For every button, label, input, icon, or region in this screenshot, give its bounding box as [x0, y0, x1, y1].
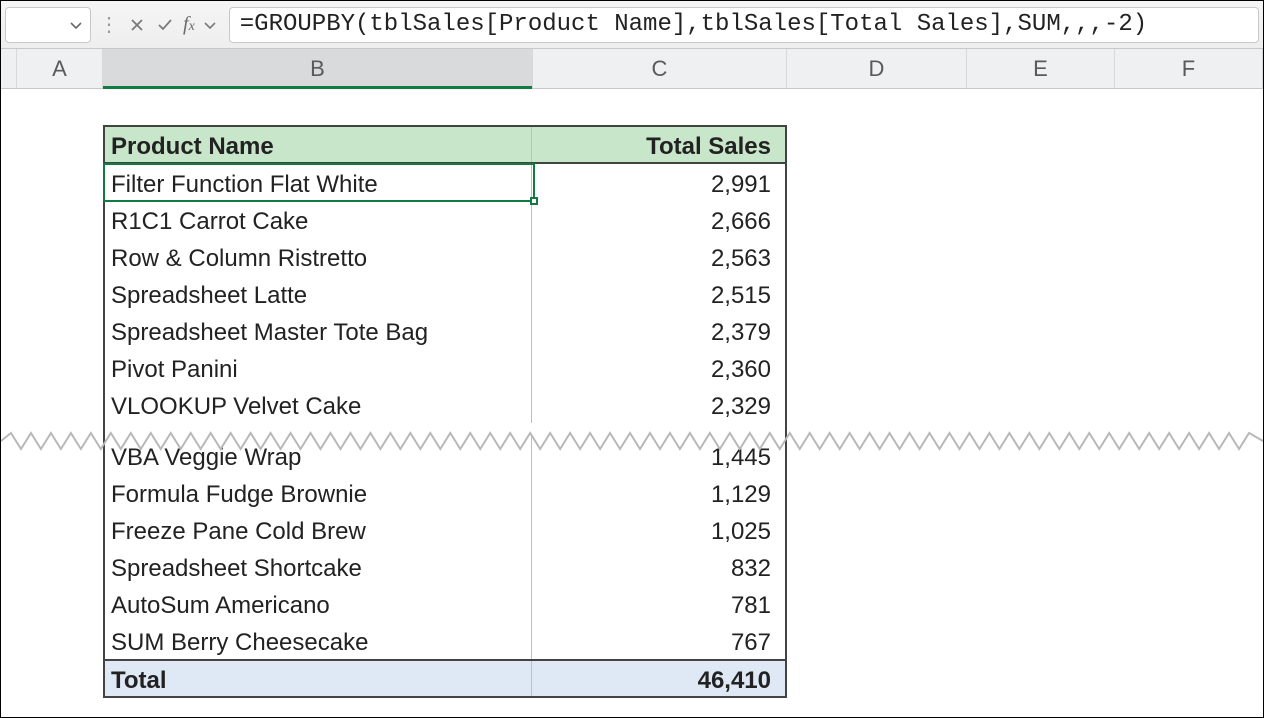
column-header-f[interactable]: F — [1115, 49, 1263, 88]
total-value[interactable]: 46,410 — [532, 661, 785, 696]
cell-name[interactable]: Formula Fudge Brownie — [105, 474, 532, 511]
cell-value[interactable]: 2,563 — [532, 238, 785, 275]
cell-name[interactable]: Pivot Panini — [105, 349, 532, 386]
name-box[interactable] — [5, 7, 91, 43]
chevron-down-icon — [68, 17, 84, 33]
cell-name[interactable]: VLOOKUP Velvet Cake — [105, 386, 532, 423]
cell-name[interactable]: Spreadsheet Master Tote Bag — [105, 312, 532, 349]
enter-formula-button[interactable] — [151, 9, 179, 41]
cell-name[interactable]: Spreadsheet Latte — [105, 275, 532, 312]
hidden-rows-gap — [105, 423, 785, 437]
cell-value[interactable]: 1,129 — [532, 474, 785, 511]
table-row: Spreadsheet Shortcake832 — [105, 548, 785, 585]
cell-name[interactable]: Row & Column Ristretto — [105, 238, 532, 275]
column-header-a[interactable]: A — [17, 49, 103, 88]
fx-label[interactable]: fx — [183, 13, 195, 36]
column-headers: A B C D E F — [1, 49, 1263, 89]
cancel-formula-button[interactable] — [123, 9, 151, 41]
column-header-c[interactable]: C — [533, 49, 787, 88]
select-all-corner[interactable] — [1, 49, 17, 88]
table-row: Freeze Pane Cold Brew1,025 — [105, 511, 785, 548]
formula-expand-button[interactable] — [199, 9, 221, 41]
cell-value[interactable]: 2,991 — [532, 164, 785, 201]
cell-name[interactable]: Spreadsheet Shortcake — [105, 548, 532, 585]
cell-value[interactable]: 2,515 — [532, 275, 785, 312]
table-header-row: Product Name Total Sales — [105, 127, 785, 164]
table-row: Spreadsheet Latte2,515 — [105, 275, 785, 312]
cell-value[interactable]: 781 — [532, 585, 785, 622]
cell-value[interactable]: 2,666 — [532, 201, 785, 238]
close-icon — [128, 16, 146, 34]
cell-name[interactable]: R1C1 Carrot Cake — [105, 201, 532, 238]
table-row: Pivot Panini2,360 — [105, 349, 785, 386]
divider: ⋮ — [99, 12, 119, 37]
table-row: Row & Column Ristretto2,563 — [105, 238, 785, 275]
column-header-d[interactable]: D — [787, 49, 967, 88]
header-total-sales: Total Sales — [532, 127, 785, 162]
chevron-down-icon — [203, 18, 217, 32]
cell-value[interactable]: 832 — [532, 548, 785, 585]
cell-value[interactable]: 767 — [532, 622, 785, 659]
cell-name[interactable]: VBA Veggie Wrap — [105, 437, 532, 474]
total-label[interactable]: Total — [105, 661, 532, 696]
cell-name[interactable]: Freeze Pane Cold Brew — [105, 511, 532, 548]
formula-input[interactable]: =GROUPBY(tblSales[Product Name],tblSales… — [229, 7, 1259, 43]
table-row: VLOOKUP Velvet Cake2,329 — [105, 386, 785, 423]
table-row: VBA Veggie Wrap1,445 — [105, 437, 785, 474]
cell-value[interactable]: 1,445 — [532, 437, 785, 474]
table-row: Filter Function Flat White 2,991 — [105, 164, 785, 201]
table-row: AutoSum Americano781 — [105, 585, 785, 622]
column-header-e[interactable]: E — [967, 49, 1115, 88]
cell-value[interactable]: 2,329 — [532, 386, 785, 423]
worksheet-grid[interactable]: Product Name Total Sales Filter Function… — [1, 89, 1263, 717]
cell-value[interactable]: 1,025 — [532, 511, 785, 548]
cell-value[interactable]: 2,379 — [532, 312, 785, 349]
cell-value[interactable]: 2,360 — [532, 349, 785, 386]
header-product-name: Product Name — [105, 127, 532, 162]
table-total-row: Total 46,410 — [105, 659, 785, 696]
cell-name[interactable]: SUM Berry Cheesecake — [105, 622, 532, 659]
cell-name[interactable]: Filter Function Flat White — [105, 164, 532, 201]
check-icon — [156, 16, 174, 34]
table-row: Formula Fudge Brownie1,129 — [105, 474, 785, 511]
table-row: Spreadsheet Master Tote Bag2,379 — [105, 312, 785, 349]
column-header-b[interactable]: B — [103, 49, 533, 88]
table-row: R1C1 Carrot Cake2,666 — [105, 201, 785, 238]
formula-bar: ⋮ fx =GROUPBY(tblSales[Product Name],tbl… — [1, 1, 1263, 49]
groupby-result-table: Product Name Total Sales Filter Function… — [103, 125, 787, 698]
table-row: SUM Berry Cheesecake767 — [105, 622, 785, 659]
cell-name[interactable]: AutoSum Americano — [105, 585, 532, 622]
